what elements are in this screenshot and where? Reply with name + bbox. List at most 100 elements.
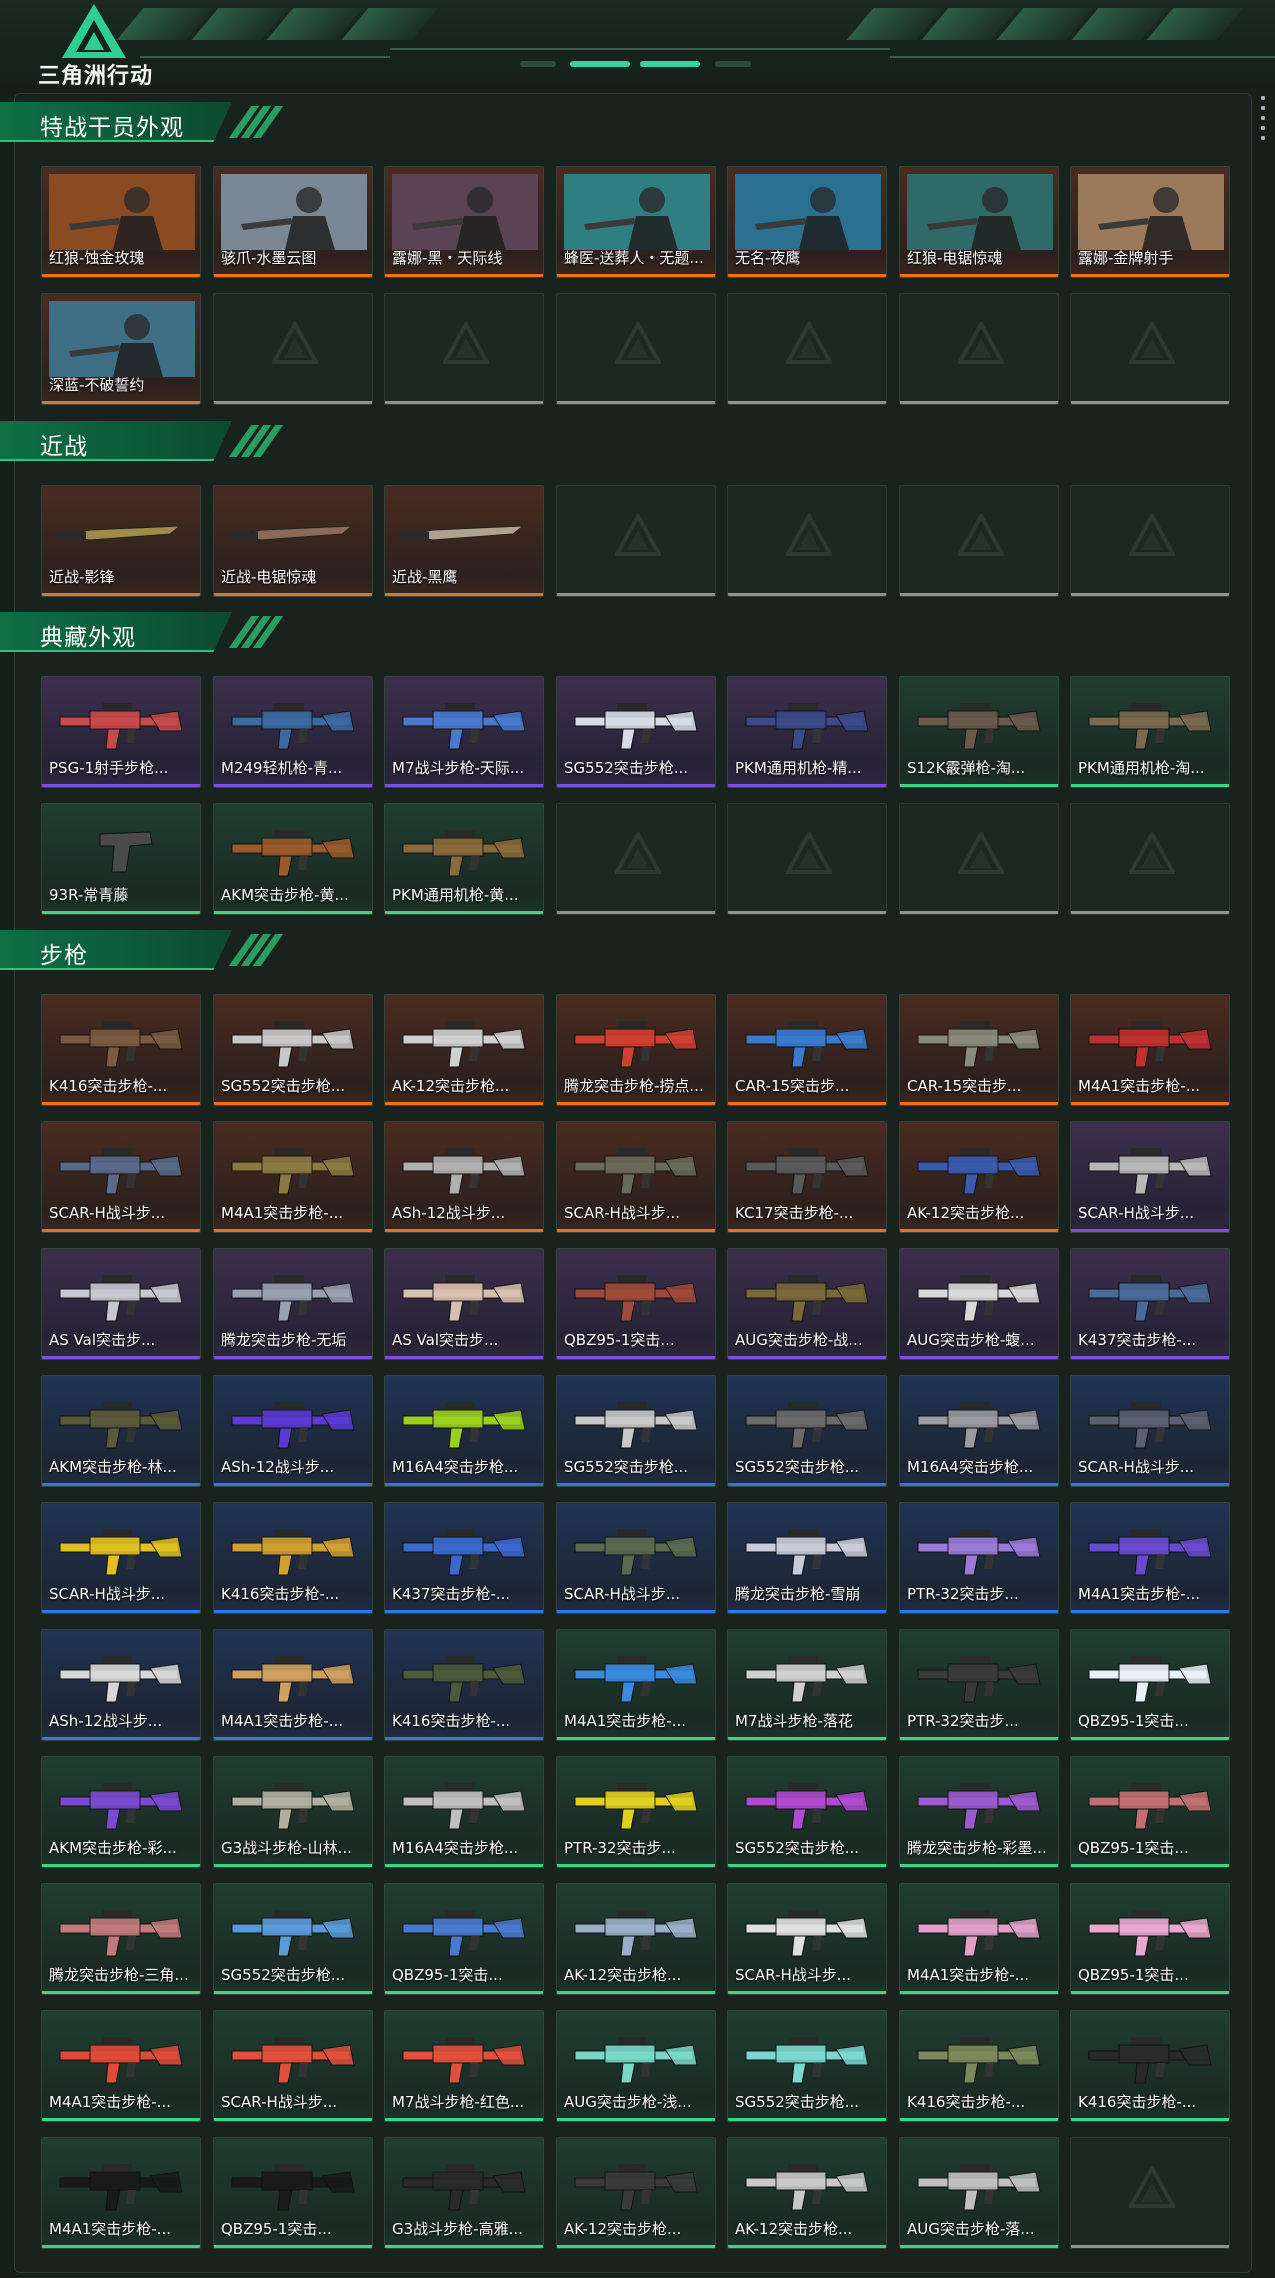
skin-card[interactable]: PKM通用机枪-黄... — [384, 803, 544, 915]
skin-card[interactable]: 蜂医-送葬人・无题... — [556, 166, 716, 278]
skin-card[interactable]: AK-12突击步枪... — [727, 2137, 887, 2249]
skin-card[interactable]: M16A4突击步枪... — [384, 1756, 544, 1868]
skin-name: M16A4突击步枪... — [392, 1839, 519, 1857]
skin-card[interactable]: 骇爪-水墨云图 — [213, 166, 373, 278]
skin-card[interactable]: KC17突击步枪-... — [727, 1121, 887, 1233]
scrollbar-indicator[interactable] — [1260, 96, 1266, 156]
skin-card[interactable]: AUG突击步枪-战... — [727, 1248, 887, 1360]
skin-card[interactable]: QBZ95-1突击... — [1070, 1883, 1230, 1995]
skin-card[interactable]: M16A4突击步枪... — [384, 1375, 544, 1487]
skin-card[interactable]: 露娜-黑・天际线 — [384, 166, 544, 278]
quality-bar — [42, 1102, 200, 1105]
quality-bar — [728, 1864, 886, 1867]
skin-card[interactable]: SCAR-H战斗步... — [1070, 1121, 1230, 1233]
skin-card[interactable]: M4A1突击步枪-... — [556, 1629, 716, 1741]
skin-card[interactable]: QBZ95-1突击... — [1070, 1756, 1230, 1868]
quality-bar — [557, 2118, 715, 2121]
skin-card[interactable]: SCAR-H战斗步... — [556, 1502, 716, 1614]
skin-card[interactable]: 深蓝-不破誓约 — [41, 293, 201, 405]
skin-card[interactable]: M4A1突击步枪-... — [41, 2137, 201, 2249]
skin-card[interactable]: 腾龙突击步枪-彩墨... — [899, 1756, 1059, 1868]
skin-card[interactable]: CAR-15突击步... — [727, 994, 887, 1106]
skin-card[interactable]: PSG-1射手步枪... — [41, 676, 201, 788]
skin-card[interactable]: M7战斗步枪-落花 — [727, 1629, 887, 1741]
skin-card[interactable]: M7战斗步枪-天际... — [384, 676, 544, 788]
skin-card[interactable]: PTR-32突击步... — [899, 1502, 1059, 1614]
skin-card[interactable]: SG552突击步枪... — [213, 1883, 373, 1995]
skin-card[interactable]: 腾龙突击步枪-无垢 — [213, 1248, 373, 1360]
skin-card[interactable]: SCAR-H战斗步... — [1070, 1375, 1230, 1487]
skin-card[interactable]: PTR-32突击步... — [556, 1756, 716, 1868]
skin-card[interactable]: 无名-夜鹰 — [727, 166, 887, 278]
skin-card[interactable]: SCAR-H战斗步... — [41, 1121, 201, 1233]
skin-card[interactable]: K437突击步枪-... — [1070, 1248, 1230, 1360]
skin-card[interactable]: SCAR-H战斗步... — [41, 1502, 201, 1614]
skin-card[interactable]: AK-12突击步枪... — [556, 1883, 716, 1995]
skin-card[interactable]: SG552突击步枪... — [727, 1375, 887, 1487]
skin-card[interactable]: QBZ95-1突击... — [384, 1883, 544, 1995]
skin-card[interactable]: AS Val突击步... — [384, 1248, 544, 1360]
quality-bar — [385, 593, 543, 596]
skin-card[interactable]: AUG突击步枪-浅... — [556, 2010, 716, 2122]
skin-card[interactable]: QBZ95-1突击... — [1070, 1629, 1230, 1741]
skin-card[interactable]: ASh-12战斗步... — [41, 1629, 201, 1741]
skin-card[interactable]: 腾龙突击步枪-捞点... — [556, 994, 716, 1106]
skin-card[interactable]: SG552突击步枪... — [556, 1375, 716, 1487]
skin-card[interactable]: 近战-影锋 — [41, 485, 201, 597]
skin-card[interactable]: 露娜-金牌射手 — [1070, 166, 1230, 278]
skin-name: QBZ95-1突击... — [1078, 1966, 1189, 1984]
skin-card[interactable]: AUG突击步枪-落... — [899, 2137, 1059, 2249]
empty-slot — [899, 803, 1059, 915]
skin-card[interactable]: K416突击步枪-... — [41, 994, 201, 1106]
skin-card[interactable]: PKM通用机枪-淘... — [1070, 676, 1230, 788]
skin-card[interactable]: AUG突击步枪-蝮... — [899, 1248, 1059, 1360]
skin-card[interactable]: M4A1突击步枪-... — [899, 1883, 1059, 1995]
skin-card[interactable]: S12K霰弹枪-淘... — [899, 676, 1059, 788]
skin-card[interactable]: M249轻机枪-青... — [213, 676, 373, 788]
skin-card[interactable]: M4A1突击步枪-... — [213, 1121, 373, 1233]
skin-card[interactable]: 红狼-电锯惊魂 — [899, 166, 1059, 278]
skin-card[interactable]: M7战斗步枪-红色... — [384, 2010, 544, 2122]
skin-card[interactable]: K437突击步枪-... — [384, 1502, 544, 1614]
skin-card[interactable]: M4A1突击步枪-... — [1070, 994, 1230, 1106]
skin-card[interactable]: CAR-15突击步... — [899, 994, 1059, 1106]
skin-card[interactable]: G3战斗步枪-高雅... — [384, 2137, 544, 2249]
skin-card[interactable]: AKM突击步枪-林... — [41, 1375, 201, 1487]
skin-name: PTR-32突击步... — [564, 1839, 676, 1857]
skin-card[interactable]: M4A1突击步枪-... — [213, 1629, 373, 1741]
skin-card[interactable]: AK-12突击步枪... — [899, 1121, 1059, 1233]
skin-card[interactable]: SG552突击步枪... — [727, 1756, 887, 1868]
skin-card[interactable]: PTR-32突击步... — [899, 1629, 1059, 1741]
skin-card[interactable]: AS Val突击步... — [41, 1248, 201, 1360]
skin-card[interactable]: 腾龙突击步枪-三角... — [41, 1883, 201, 1995]
skin-card[interactable]: K416突击步枪-... — [213, 1502, 373, 1614]
skin-card[interactable]: AKM突击步枪-黄... — [213, 803, 373, 915]
skin-card[interactable]: QBZ95-1突击... — [213, 2137, 373, 2249]
weapon-image — [231, 1275, 355, 1322]
skin-card[interactable]: G3战斗步枪-山林... — [213, 1756, 373, 1868]
skin-card[interactable]: AK-12突击步枪... — [384, 994, 544, 1106]
skin-card[interactable]: SG552突击步枪... — [727, 2010, 887, 2122]
skin-card[interactable]: K416突击步枪-... — [384, 1629, 544, 1741]
skin-card[interactable]: 近战-电锯惊魂 — [213, 485, 373, 597]
skin-card[interactable]: PKM通用机枪-精... — [727, 676, 887, 788]
skin-card[interactable]: AK-12突击步枪... — [556, 2137, 716, 2249]
skin-card[interactable]: M4A1突击步枪-... — [41, 2010, 201, 2122]
skin-card[interactable]: 93R-常青藤 — [41, 803, 201, 915]
skin-card[interactable]: ASh-12战斗步... — [384, 1121, 544, 1233]
skin-card[interactable]: AKM突击步枪-彩... — [41, 1756, 201, 1868]
skin-card[interactable]: ASh-12战斗步... — [213, 1375, 373, 1487]
skin-card[interactable]: SCAR-H战斗步... — [727, 1883, 887, 1995]
skin-card[interactable]: M4A1突击步枪-... — [1070, 1502, 1230, 1614]
skin-card[interactable]: SG552突击步枪... — [213, 994, 373, 1106]
skin-card[interactable]: SCAR-H战斗步... — [556, 1121, 716, 1233]
skin-card[interactable]: QBZ95-1突击... — [556, 1248, 716, 1360]
skin-card[interactable]: 红狼-蚀金玫瑰 — [41, 166, 201, 278]
skin-card[interactable]: K416突击步枪-... — [1070, 2010, 1230, 2122]
skin-card[interactable]: 近战-黑鹰 — [384, 485, 544, 597]
skin-card[interactable]: SCAR-H战斗步... — [213, 2010, 373, 2122]
skin-card[interactable]: SG552突击步枪... — [556, 676, 716, 788]
skin-card[interactable]: M16A4突击步枪... — [899, 1375, 1059, 1487]
skin-card[interactable]: 腾龙突击步枪-雪崩 — [727, 1502, 887, 1614]
skin-card[interactable]: K416突击步枪-... — [899, 2010, 1059, 2122]
